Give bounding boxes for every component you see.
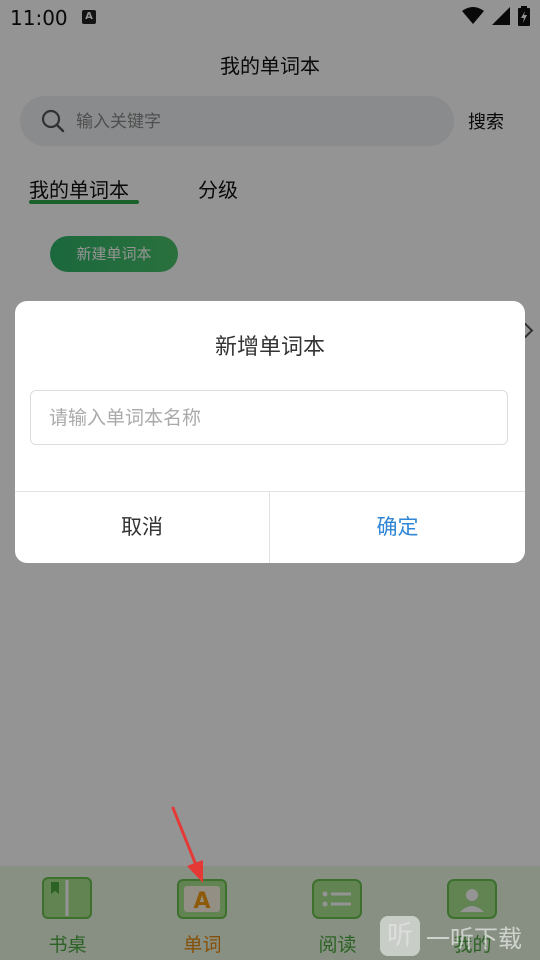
watermark: 听 一听下载 xyxy=(380,914,522,958)
dialog-title: 新增单词本 xyxy=(214,335,325,360)
watermark-text: 一听下载 xyxy=(426,924,522,953)
new-wordbook-dialog: 新增单词本 取消 确定 xyxy=(15,301,525,563)
cancel-button[interactable]: 取消 xyxy=(15,492,269,563)
confirm-button[interactable]: 确定 xyxy=(270,492,525,563)
wordbook-name-input[interactable] xyxy=(30,390,508,445)
watermark-logo-icon: 听 xyxy=(380,916,420,956)
